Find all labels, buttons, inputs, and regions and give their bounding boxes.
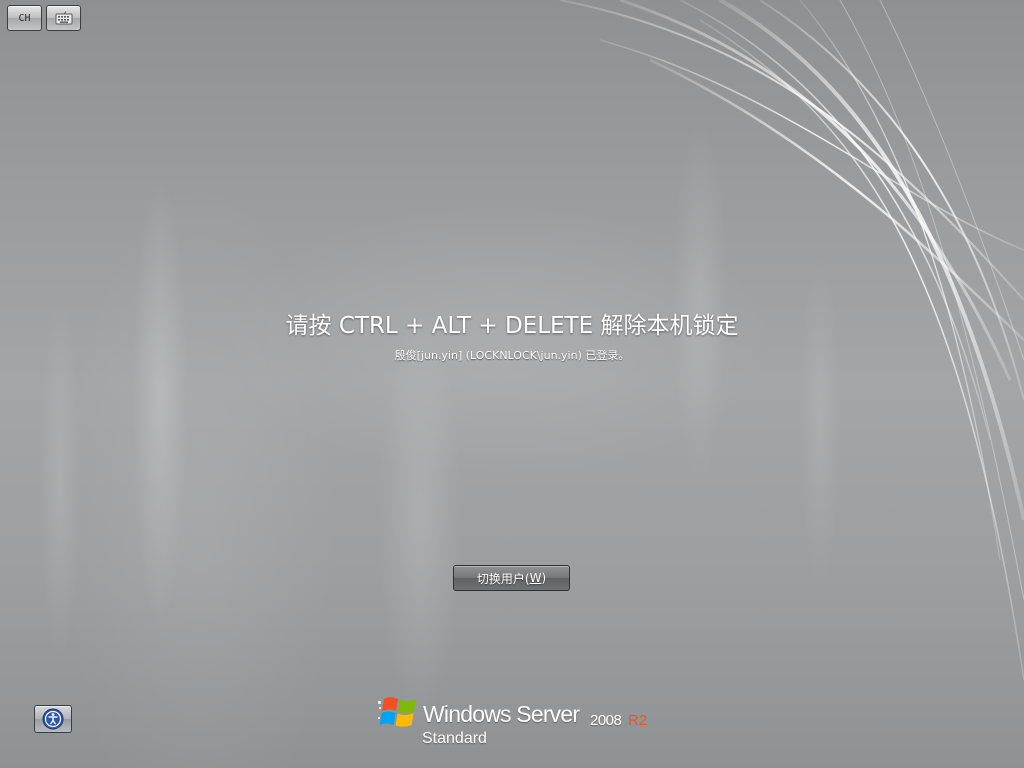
product-edition: Standard [422,730,487,747]
product-version: 2008 [590,712,622,729]
switch-user-label: 切换用户( [476,571,530,586]
input-language-label: CH [18,12,31,24]
ease-of-access-icon [42,708,64,730]
on-screen-keyboard-button[interactable] [46,5,81,31]
keyboard-icon [55,11,72,25]
switch-user-label-end: ) [541,571,547,585]
background-swirl [559,0,1024,681]
product-release: R2 [628,712,648,729]
input-language-button[interactable]: CH [7,5,42,31]
logged-on-user-text: 殷俊[jun.yin] (LOCKNLOCK\jun.yin) 已登录。 [394,349,630,362]
switch-user-accelerator: W [529,571,542,585]
ease-of-access-button[interactable] [34,705,72,733]
ctrl-alt-delete-prompt: 请按 CTRL + ALT + DELETE 解除本机锁定 [285,313,739,339]
windows-server-branding: Windows Server 2008 R2 Standard [378,693,658,753]
windows-logo-icon [378,697,416,727]
switch-user-button[interactable]: 切换用户(W) [453,565,570,591]
background-streaks [0,0,1024,768]
product-name: Windows Server [423,701,580,727]
lock-screen: CH 请按 CTRL + ALT + DELETE 解除本机锁定 殷俊[jun.… [0,0,1024,768]
